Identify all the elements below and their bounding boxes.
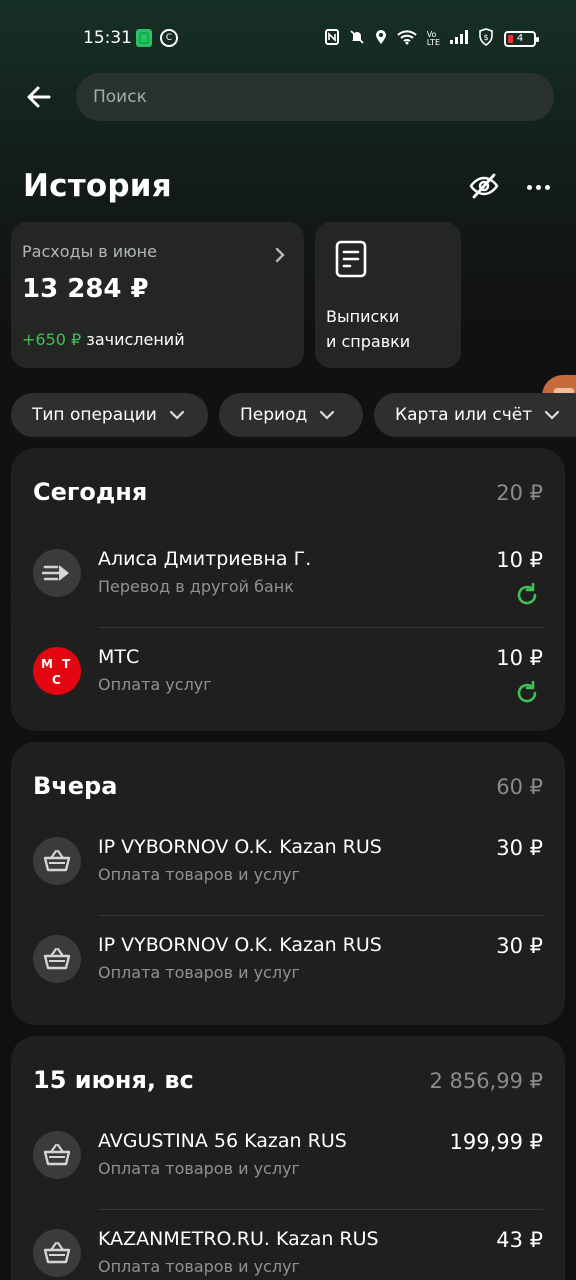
volte-icon: Vo LTE [426, 30, 440, 47]
group-title: Вчера [33, 772, 118, 800]
transaction-name: AVGUSTINA 56 Kazan RUS [98, 1130, 347, 1152]
transaction-row[interactable]: М Т С МТС Оплата услуг 10 ₽ [11, 628, 565, 726]
mts-logo-icon: М Т С [33, 647, 81, 695]
status-bar: 15:31 C Vo LTE $ 4 [0, 0, 576, 72]
filter-operation-type-label: Тип операции [32, 405, 157, 425]
transaction-name: IP VYBORNOV O.K. Kazan RUS [98, 934, 382, 956]
transaction-amount: 10 ₽ [496, 548, 543, 572]
transaction-type: Оплата товаров и услуг [98, 1159, 300, 1178]
statements-label-line1: Выписки [326, 307, 400, 326]
transaction-row[interactable]: IP VYBORNOV O.K. Kazan RUS Оплата товаро… [11, 916, 565, 1014]
status-time: 15:31 [83, 28, 132, 48]
shield-icon: $ [478, 28, 494, 50]
transaction-type: Перевод в другой банк [98, 577, 294, 596]
transaction-name: KAZANMETRO.RU. Kazan RUS [98, 1228, 379, 1250]
transaction-type: Оплата товаров и услуг [98, 1257, 300, 1276]
dot-icon [544, 184, 550, 190]
group-total: 20 ₽ [496, 481, 543, 505]
dot-icon [526, 184, 532, 190]
shopping-basket-icon [33, 837, 81, 885]
location-icon [375, 29, 387, 49]
transaction-amount: 10 ₽ [496, 646, 543, 670]
group-title: 15 июня, вс [33, 1066, 194, 1094]
mts-letter: С [52, 673, 61, 687]
search-field[interactable] [76, 73, 554, 121]
statements-label: Выписки и справки [326, 304, 410, 354]
chevron-right-icon [275, 247, 285, 263]
expenses-amount: 13 284 ₽ [22, 274, 149, 304]
notification-icons: C [136, 29, 178, 47]
transaction-amount: 30 ₽ [496, 836, 543, 860]
income-value: +650 ₽ [22, 330, 82, 349]
filter-card-account[interactable]: Карта или счёт [374, 393, 576, 437]
transfer-icon [33, 549, 81, 597]
chevron-down-icon [545, 410, 560, 420]
document-icon [335, 240, 367, 278]
transaction-row[interactable]: Алиса Дмитриевна Г. Перевод в другой бан… [11, 530, 565, 628]
eye-off-icon [469, 173, 499, 199]
income-suffix: зачислений [81, 330, 185, 349]
group-title: Сегодня [33, 478, 148, 506]
mts-letter: М [41, 657, 53, 671]
income-summary: +650 ₽ зачислений [22, 330, 185, 349]
expenses-card[interactable]: Расходы в июне 13 284 ₽ +650 ₽ зачислени… [11, 222, 304, 368]
shopping-basket-icon [33, 935, 81, 983]
transaction-type: Оплата товаров и услуг [98, 963, 300, 982]
page-title: История [23, 168, 172, 204]
transaction-type: Оплата услуг [98, 675, 212, 694]
system-icons: Vo LTE $ 4 [324, 28, 539, 50]
shopping-basket-icon [33, 1131, 81, 1179]
signal-icon [450, 30, 468, 48]
statements-card[interactable]: Выписки и справки [315, 222, 461, 368]
filter-period[interactable]: Период [219, 393, 363, 437]
expenses-label: Расходы в июне [22, 242, 157, 261]
transaction-name: Алиса Дмитриевна Г. [98, 548, 312, 570]
transactions-group-yesterday: Вчера 60 ₽ IP VYBORNOV O.K. Kazan RUS Оп… [11, 742, 565, 1025]
app-green-icon [136, 29, 152, 47]
transaction-type: Оплата товаров и услуг [98, 865, 300, 884]
transaction-row[interactable]: IP VYBORNOV O.K. Kazan RUS Оплата товаро… [11, 818, 565, 916]
transaction-amount: 43 ₽ [496, 1228, 543, 1252]
mts-letter: Т [62, 657, 71, 671]
hide-amounts-button[interactable] [468, 170, 500, 202]
chevron-down-icon [320, 410, 335, 420]
group-total: 60 ₽ [496, 775, 543, 799]
arrow-left-icon [27, 86, 51, 108]
transaction-name: МТС [98, 646, 140, 668]
svg-text:$: $ [483, 33, 488, 42]
repeat-icon[interactable] [513, 679, 541, 707]
battery-icon: 4 [504, 31, 539, 47]
transaction-name: IP VYBORNOV O.K. Kazan RUS [98, 836, 382, 858]
filter-period-label: Период [240, 405, 308, 425]
wifi-icon [397, 29, 417, 49]
dot-icon [535, 184, 541, 190]
mute-icon [349, 29, 365, 49]
nfc-icon [324, 29, 339, 49]
back-button[interactable] [22, 80, 56, 114]
repeat-icon[interactable] [513, 581, 541, 609]
shopping-basket-icon [33, 1229, 81, 1277]
transaction-amount: 30 ₽ [496, 934, 543, 958]
filter-operation-type[interactable]: Тип операции [11, 393, 208, 437]
search-input[interactable] [93, 73, 537, 121]
filter-card-account-label: Карта или счёт [395, 405, 533, 425]
statements-label-line2: и справки [326, 332, 411, 351]
transactions-group-today: Сегодня 20 ₽ Алиса Дмитриевна Г. Перевод… [11, 448, 565, 731]
transactions-group-june-15: 15 июня, вс 2 856,99 ₽ AVGUSTINA 56 Kaza… [11, 1036, 565, 1280]
more-button[interactable] [522, 172, 554, 202]
transaction-row[interactable]: AVGUSTINA 56 Kazan RUS Оплата товаров и … [11, 1112, 565, 1210]
transaction-amount: 199,99 ₽ [449, 1130, 543, 1154]
chevron-down-icon [169, 410, 184, 420]
app-c-icon: C [160, 29, 178, 47]
transaction-row[interactable]: KAZANMETRO.RU. Kazan RUS Оплата товаров … [11, 1210, 565, 1280]
group-total: 2 856,99 ₽ [429, 1069, 543, 1093]
